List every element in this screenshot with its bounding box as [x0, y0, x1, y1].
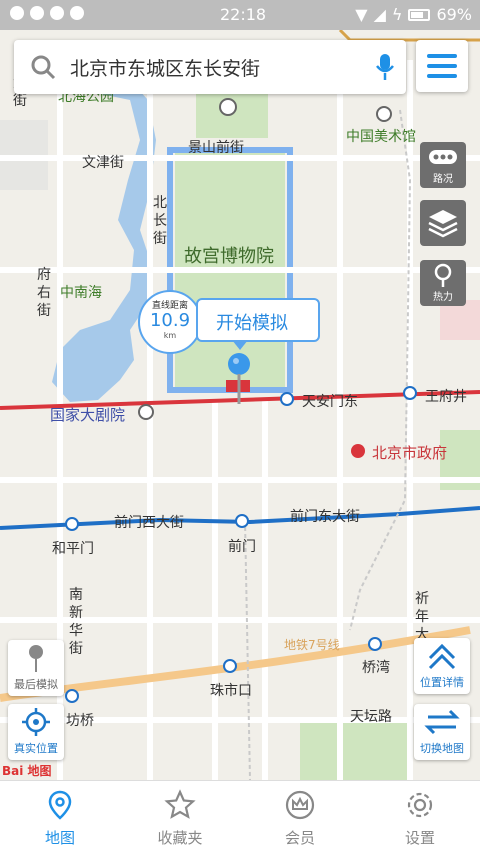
map-label: 和平门 [52, 541, 94, 557]
museum-icon [219, 98, 237, 116]
map-label: 北京市政府 [372, 444, 448, 462]
distance-value: 10.9 [149, 310, 191, 331]
real-location-label: 真实位置 [14, 742, 58, 755]
android-icon [30, 6, 44, 20]
road-ring [338, 30, 480, 42]
park-tiantan [300, 720, 410, 780]
map-label: 前门 [228, 539, 256, 555]
map-label: 北长街 [153, 195, 167, 247]
tab-label: 地图 [44, 829, 75, 847]
pin-icon [29, 645, 43, 672]
location-pin-icon[interactable] [226, 352, 252, 406]
map-label: 文津街 [82, 155, 124, 171]
menu-icon-bar [427, 64, 457, 68]
tab-favorites[interactable]: 收藏夹 [120, 781, 240, 853]
mic-icon[interactable] [374, 52, 396, 82]
menu-button[interactable] [416, 40, 468, 92]
search-input[interactable]: 北京市东城区东长安街 [70, 54, 260, 81]
location-detail-button[interactable]: 位置详情 [414, 638, 470, 694]
map-label: 前门东大街 [290, 509, 360, 525]
map-label: 地铁7号线 [284, 638, 340, 652]
water-beihai [52, 80, 156, 402]
search-icon [31, 55, 56, 80]
last-simulation-label: 最后模拟 [14, 678, 58, 691]
distance-badge: 直线距离 10.9 km [138, 290, 202, 354]
traffic-button[interactable]: 路况 [420, 142, 466, 188]
map-label: 祈年大 [415, 591, 429, 643]
map-label: 府右街 [37, 267, 51, 319]
status-time: 22:18 [220, 5, 267, 24]
map-label: 前门西大街 [114, 515, 184, 531]
crosshair-icon [22, 708, 50, 736]
battery-icon [408, 8, 431, 21]
crown-icon [285, 790, 315, 820]
map-label: 中南海 [60, 285, 102, 301]
map-label: 天坛路 [350, 709, 392, 725]
signal-icon: ◢ [373, 5, 386, 24]
android-icon [10, 6, 24, 20]
search-bar[interactable]: 北京市东城区东长安街 [14, 40, 406, 94]
switch-map-button[interactable]: 切换地图 [414, 704, 470, 760]
theater-icon [138, 404, 154, 420]
menu-icon [427, 54, 457, 58]
layers-icon [428, 210, 458, 238]
status-notification-icons [10, 6, 84, 20]
map-label: 中国美术馆 [346, 129, 416, 145]
heat-icon [434, 263, 452, 287]
map-pin-icon [48, 790, 72, 820]
museum-icon [376, 106, 392, 122]
menu-icon-bar [427, 74, 457, 78]
traffic-icon [429, 150, 457, 164]
status-system-icons: ▼ ◢ ϟ 69% [355, 5, 472, 24]
distance-unit: km [163, 331, 177, 340]
chevron-up-icon [428, 643, 456, 670]
rail-line-south [244, 519, 251, 780]
bottom-nav: 地图 收藏夹 会员 设置 [0, 780, 480, 853]
map-label: 景山前街 [188, 140, 244, 156]
alarm-icon [70, 6, 84, 20]
layers-button[interactable] [420, 200, 466, 246]
map-label: 国家大剧院 [50, 406, 126, 424]
callout-tail [232, 340, 248, 350]
gear-icon [407, 792, 433, 818]
map-label: 故宫博物院 [184, 246, 274, 267]
heatmap-button[interactable]: 热力 [420, 260, 466, 306]
real-location-button[interactable]: 真实位置 [8, 704, 64, 760]
charging-icon: ϟ [391, 5, 403, 24]
rail-line [349, 109, 412, 631]
location-detail-label: 位置详情 [420, 676, 464, 689]
baidu-logo: Bai 地图 [2, 764, 52, 778]
tab-map[interactable]: 地图 [0, 781, 120, 853]
start-simulation-button[interactable]: 开始模拟 [216, 309, 288, 335]
tab-label: 会员 [284, 829, 315, 847]
government-icon [351, 444, 365, 458]
last-simulation-button[interactable]: 最后模拟 [8, 640, 64, 696]
map-label: 珠市口 [210, 683, 252, 699]
star-icon [164, 789, 196, 819]
map-label: 坊桥 [66, 713, 94, 729]
block-pink [440, 300, 480, 340]
start-simulation-callout[interactable]: 开始模拟 [196, 298, 320, 342]
status-bar: 22:18 ▼ ◢ ϟ 69% [0, 0, 480, 30]
wifi-icon: ▼ [355, 5, 368, 24]
upload-icon [50, 6, 64, 20]
switch-map-label: 切换地图 [420, 742, 464, 755]
tab-member[interactable]: 会员 [240, 781, 360, 853]
tab-label: 收藏夹 [157, 829, 203, 847]
map-label: 南新华街 [69, 587, 83, 657]
map-label: 桥湾 [362, 660, 390, 676]
map-label: 王府井 [425, 389, 467, 405]
swap-icon [424, 709, 460, 735]
traffic-label: 路况 [433, 174, 453, 185]
battery-percent: 69% [436, 5, 472, 24]
tab-settings[interactable]: 设置 [360, 781, 480, 853]
tab-label: 设置 [404, 829, 435, 847]
heat-label: 热力 [433, 292, 453, 303]
map-label: 天安门东 [302, 394, 358, 410]
